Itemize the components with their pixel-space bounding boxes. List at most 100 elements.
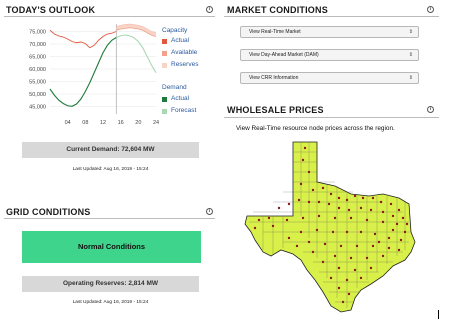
price-node-dot bbox=[333, 216, 337, 220]
price-node-dot bbox=[397, 248, 401, 252]
price-node-dot bbox=[359, 206, 363, 210]
market-info-icon[interactable]: i bbox=[427, 6, 434, 13]
price-node-dot bbox=[361, 196, 365, 200]
price-node-dot bbox=[333, 254, 337, 258]
price-node-dot bbox=[337, 286, 341, 290]
price-node-dot bbox=[341, 300, 345, 304]
grid-status-box: Normal Conditions bbox=[22, 231, 201, 263]
price-node-dot bbox=[395, 222, 399, 226]
price-node-dot bbox=[349, 216, 353, 220]
y-tick-label: 65,000 bbox=[29, 55, 46, 61]
outlook-info-icon[interactable]: i bbox=[206, 6, 213, 13]
price-node-dot bbox=[345, 198, 349, 202]
price-node-dot bbox=[317, 214, 321, 218]
price-node-dot bbox=[373, 232, 377, 236]
legend-demand-actual-swatch bbox=[162, 97, 167, 102]
select-arrows-icon: ⇕ bbox=[408, 29, 413, 35]
price-node-dot bbox=[353, 268, 357, 272]
price-node-dot bbox=[301, 158, 305, 162]
price-node-dot bbox=[327, 202, 331, 206]
y-tick-label: 55,000 bbox=[29, 80, 46, 86]
x-tick-label: 12 bbox=[100, 120, 106, 126]
price-node-dot bbox=[387, 236, 391, 240]
grid-title: GRID CONDITIONS bbox=[6, 207, 91, 217]
price-node-dot bbox=[403, 230, 407, 234]
price-node-dot bbox=[391, 228, 395, 232]
price-node-dot bbox=[299, 182, 303, 186]
texas-shape bbox=[244, 141, 416, 313]
price-node-dot bbox=[337, 196, 341, 200]
x-tick-label: 04 bbox=[65, 120, 71, 126]
price-node-dot bbox=[359, 276, 363, 280]
price-node-dot bbox=[307, 170, 311, 174]
legend-capacity-available-swatch bbox=[162, 51, 167, 56]
price-node-dot bbox=[345, 230, 349, 234]
price-node-dot bbox=[339, 244, 343, 248]
price-node-dot bbox=[297, 198, 301, 202]
current-demand-bar: Current Demand: 72,604 MW bbox=[22, 142, 199, 158]
demand-actual-line bbox=[49, 37, 117, 107]
price-node-dot bbox=[337, 266, 341, 270]
market-title: MARKET CONDITIONS bbox=[227, 5, 328, 15]
y-tick-label: 50,000 bbox=[29, 92, 46, 98]
day-ahead-market-select[interactable]: View Day-Ahead Market (DAM) ⇕ bbox=[240, 49, 419, 61]
price-node-dot bbox=[321, 260, 325, 264]
price-node-dot bbox=[337, 206, 341, 210]
x-tick-label: 20 bbox=[135, 120, 141, 126]
legend-capacity-actual: Actual bbox=[171, 37, 190, 44]
price-node-dot bbox=[347, 208, 351, 212]
outlook-title: TODAY'S OUTLOOK bbox=[6, 5, 96, 15]
price-node-dot bbox=[345, 278, 349, 282]
x-tick-label: 16 bbox=[118, 120, 124, 126]
legend-capacity-reserves: Reserves bbox=[171, 61, 199, 68]
price-node-dot bbox=[371, 196, 375, 200]
wholesale-title: WHOLESALE PRICES bbox=[227, 105, 324, 115]
price-node-dot bbox=[303, 146, 307, 150]
crr-information-select[interactable]: View CRR Information ⇕ bbox=[240, 72, 419, 84]
grid-info-icon[interactable]: i bbox=[206, 208, 213, 215]
price-node-dot bbox=[387, 246, 391, 250]
outlook-chart: 75,000 70,000 65,000 60,000 55,000 50,000 45,0… bbox=[29, 23, 159, 126]
price-node-dot bbox=[399, 238, 403, 242]
price-node-dot bbox=[253, 226, 257, 230]
texas-price-map[interactable] bbox=[243, 138, 443, 316]
wholesale-info-icon[interactable]: i bbox=[427, 106, 434, 113]
price-node-dot bbox=[329, 276, 333, 280]
price-node-dot bbox=[379, 200, 383, 204]
price-node-dot bbox=[315, 228, 319, 232]
price-node-dot bbox=[257, 218, 261, 222]
outlook-legend: Capacity Actual Available Reserves Deman… bbox=[162, 27, 212, 122]
x-tick-label: 08 bbox=[82, 120, 88, 126]
price-node-dot bbox=[317, 200, 321, 204]
price-node-dot bbox=[299, 230, 303, 234]
price-node-dot bbox=[381, 210, 385, 214]
price-node-dot bbox=[321, 186, 325, 190]
outlook-divider bbox=[4, 16, 215, 17]
price-node-dot bbox=[295, 244, 299, 248]
wholesale-divider bbox=[224, 117, 439, 118]
y-tick-label: 75,000 bbox=[29, 30, 46, 36]
price-node-dot bbox=[323, 242, 327, 246]
price-node-dot bbox=[301, 216, 305, 220]
price-node-dot bbox=[389, 202, 393, 206]
legend-demand-heading: Demand bbox=[162, 84, 187, 91]
price-node-dot bbox=[277, 206, 281, 210]
select-arrows-icon: ⇕ bbox=[408, 75, 413, 81]
price-node-dot bbox=[381, 254, 385, 258]
real-time-market-select-label: View Real-Time Market bbox=[249, 29, 301, 35]
price-node-dot bbox=[285, 218, 289, 222]
y-tick-label: 60,000 bbox=[29, 67, 46, 73]
price-node-dot bbox=[311, 188, 315, 192]
crr-information-select-label: View CRR Information bbox=[249, 75, 299, 81]
price-node-dot bbox=[371, 244, 375, 248]
y-tick-label: 70,000 bbox=[29, 42, 46, 48]
wholesale-caption: View Real-Time resource node prices acro… bbox=[236, 125, 395, 132]
price-node-dot bbox=[271, 224, 275, 228]
price-node-dot bbox=[349, 256, 353, 260]
legend-demand-forecast: Forecast bbox=[171, 107, 197, 114]
price-node-dot bbox=[353, 194, 357, 198]
price-node-dot bbox=[311, 250, 315, 254]
real-time-market-select[interactable]: View Real-Time Market ⇕ bbox=[240, 26, 419, 38]
capacity-actual-line bbox=[49, 29, 117, 49]
price-node-dot bbox=[365, 256, 369, 260]
